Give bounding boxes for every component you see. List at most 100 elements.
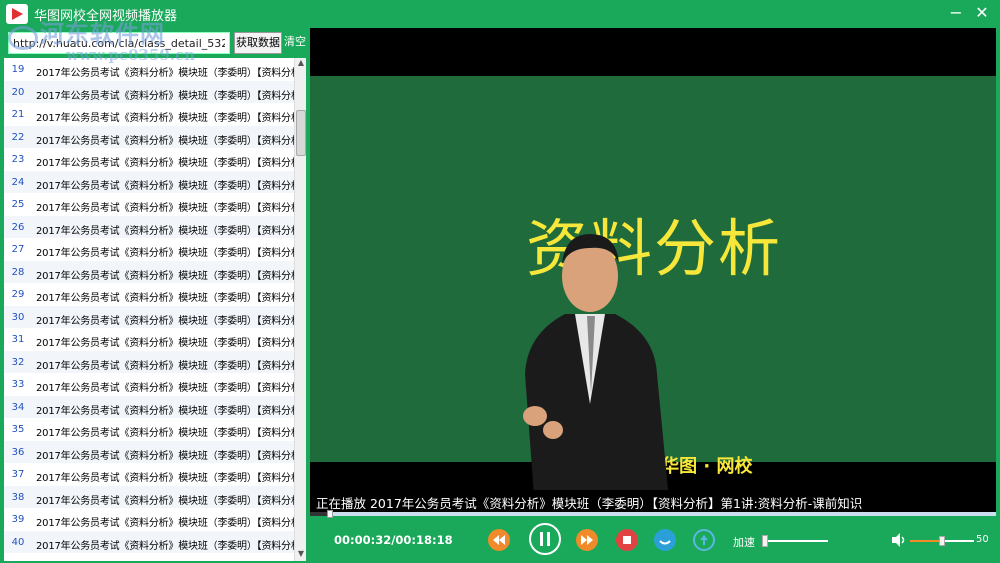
stop-button[interactable] bbox=[616, 529, 638, 551]
playlist-item[interactable]: 24 2017年公务员考试《资料分析》模块班（李委明）【资料分析... bbox=[4, 170, 294, 193]
speed-slider-handle[interactable] bbox=[762, 535, 768, 547]
chalkboard: 资料分析 明 · 华图 · 网校 bbox=[310, 76, 996, 490]
close-button[interactable]: ✕ bbox=[970, 2, 994, 24]
playlist-item-title: 2017年公务员考试《资料分析》模块班（李委明）【资料分析... bbox=[36, 68, 294, 79]
playlist-item[interactable]: 27 2017年公务员考试《资料分析》模块班（李委明）【资料分析... bbox=[4, 238, 294, 261]
pause-button[interactable] bbox=[529, 523, 561, 555]
playlist-item-number: 29 bbox=[11, 289, 25, 300]
playlist-item-title: 2017年公务员考试《资料分析》模块班（李委明）【资料分析... bbox=[36, 383, 294, 394]
minimize-button[interactable]: − bbox=[944, 2, 968, 24]
playlist-item-number: 24 bbox=[11, 176, 25, 188]
playlist-item-number: 30 bbox=[11, 311, 25, 323]
playlist-item-number: 27 bbox=[11, 244, 25, 255]
playlist-item-title: 2017年公务员考试《资料分析》模块班（李委明）【资料分析... bbox=[36, 495, 294, 507]
playlist-item-number: 22 bbox=[11, 131, 25, 143]
playlist-item-number: 21 bbox=[11, 109, 25, 120]
playlist-item-number: 35 bbox=[11, 424, 25, 435]
playlist-item-number: 37 bbox=[11, 469, 25, 480]
playlist-item-number: 28 bbox=[11, 266, 25, 278]
upload-button[interactable] bbox=[693, 529, 715, 551]
playlist-item[interactable]: 31 2017年公务员考试《资料分析》模块班（李委明）【资料分析... bbox=[4, 328, 294, 351]
playlist-item[interactable]: 29 2017年公务员考试《资料分析》模块班（李委明）【资料分析... bbox=[4, 283, 294, 306]
playlist-item[interactable]: 22 2017年公务员考试《资料分析》模块班（李委明）【资料分析... bbox=[4, 125, 294, 148]
playlist-item[interactable]: 23 2017年公务员考试《资料分析》模块班（李委明）【资料分析... bbox=[4, 148, 294, 171]
playlist-item-title: 2017年公务员考试《资料分析》模块班（李委明）【资料分析... bbox=[36, 338, 294, 349]
playlist-item-number: 33 bbox=[11, 379, 25, 390]
playlist-item-title: 2017年公务员考试《资料分析》模块班（李委明）【资料分析... bbox=[36, 450, 294, 462]
pause-icon bbox=[540, 532, 550, 546]
volume-value: 50 bbox=[976, 534, 989, 545]
minimize-view-button[interactable] bbox=[654, 529, 676, 551]
playlist-item[interactable]: 39 2017年公务员考试《资料分析》模块班（李委明）【资料分析... bbox=[4, 508, 294, 531]
playlist-item[interactable]: 32 2017年公务员考试《资料分析》模块班（李委明）【资料分析... bbox=[4, 350, 294, 373]
playlist-item-title: 2017年公务员考试《资料分析》模块班（李委明）【资料分析... bbox=[36, 90, 294, 102]
scroll-down-arrow-icon[interactable]: ▼ bbox=[295, 549, 307, 561]
fast-forward-icon bbox=[581, 535, 593, 545]
volume-icon[interactable] bbox=[890, 532, 908, 548]
playlist-item-title: 2017年公务员考试《资料分析》模块班（李委明）【资料分析... bbox=[36, 113, 294, 124]
playlist-item-title: 2017年公务员考试《资料分析》模块班（李委明）【资料分析... bbox=[36, 135, 294, 147]
playlist-item[interactable]: 38 2017年公务员考试《资料分析》模块班（李委明）【资料分析... bbox=[4, 485, 294, 508]
playlist: 19 2017年公务员考试《资料分析》模块班（李委明）【资料分析... 20 2017… bbox=[4, 58, 294, 561]
playlist-item[interactable]: 34 2017年公务员考试《资料分析》模块班（李委明）【资料分析... bbox=[4, 395, 294, 418]
playlist-item-title: 2017年公务员考试《资料分析》模块班（李委明）【资料分析... bbox=[36, 180, 294, 192]
playlist-item[interactable]: 40 2017年公务员考试《资料分析》模块班（李委明）【资料分析... bbox=[4, 530, 294, 553]
speed-slider[interactable] bbox=[764, 540, 828, 542]
playlist-item-title: 2017年公务员考试《资料分析》模块班（李委明）【资料分析... bbox=[36, 540, 294, 552]
playlist-item-number: 23 bbox=[11, 154, 25, 165]
playlist-scrollbar[interactable]: ▲ ▼ bbox=[294, 58, 306, 561]
playlist-item-title: 2017年公务员考试《资料分析》模块班（李委明）【资料分析... bbox=[36, 315, 294, 327]
playlist-item[interactable]: 25 2017年公务员考试《资料分析》模块班（李委明）【资料分析... bbox=[4, 193, 294, 216]
time-display: 00:00:32/00:18:18 bbox=[334, 533, 453, 547]
playlist-item-number: 40 bbox=[11, 536, 25, 548]
now-playing-text: 正在播放 2017年公务员考试《资料分析》模块班（李委明）【资料分析】第1讲:资… bbox=[316, 496, 863, 511]
playlist-item-title: 2017年公务员考试《资料分析》模块班（李委明）【资料分析... bbox=[36, 158, 294, 169]
playlist-item-title: 2017年公务员考试《资料分析》模块班（李委明）【资料分析... bbox=[36, 360, 294, 372]
playlist-item[interactable]: 21 2017年公务员考试《资料分析》模块班（李委明）【资料分析... bbox=[4, 103, 294, 126]
rewind-icon bbox=[493, 535, 505, 545]
playlist-item-number: 25 bbox=[11, 199, 25, 210]
speed-label: 加速 bbox=[733, 536, 755, 549]
playlist-item-number: 38 bbox=[11, 491, 25, 503]
scroll-thumb[interactable] bbox=[296, 110, 306, 156]
watermark-url: www.pc0359.cn bbox=[66, 46, 196, 64]
stop-icon bbox=[623, 536, 631, 544]
minimize-icon bbox=[659, 540, 671, 545]
playlist-item[interactable]: 33 2017年公务员考试《资料分析》模块班（李委明）【资料分析... bbox=[4, 373, 294, 396]
playlist-panel: 获取数据 清空 19 2017年公务员考试《资料分析》模块班（李委明）【资料分析.… bbox=[4, 28, 306, 561]
playlist-item-title: 2017年公务员考试《资料分析》模块班（李委明）【资料分析... bbox=[36, 270, 294, 282]
playlist-item[interactable]: 36 2017年公务员考试《资料分析》模块班（李委明）【资料分析... bbox=[4, 440, 294, 463]
playlist-item-number: 36 bbox=[11, 446, 25, 458]
presenter-figure bbox=[523, 234, 669, 490]
clear-button[interactable]: 清空 bbox=[284, 32, 306, 54]
playlist-item[interactable]: 26 2017年公务员考试《资料分析》模块班（李委明）【资料分析... bbox=[4, 215, 294, 238]
scroll-up-arrow-icon[interactable]: ▲ bbox=[295, 58, 307, 70]
watermark-text: 河东软件网 bbox=[40, 19, 165, 48]
volume-slider-handle[interactable] bbox=[939, 536, 945, 546]
playlist-item[interactable]: 35 2017年公务员考试《资料分析》模块班（李委明）【资料分析... bbox=[4, 418, 294, 441]
playlist-item[interactable]: 30 2017年公务员考试《资料分析》模块班（李委明）【资料分析... bbox=[4, 305, 294, 328]
playlist-item[interactable]: 37 2017年公务员考试《资料分析》模块班（李委明）【资料分析... bbox=[4, 463, 294, 486]
playlist-item-title: 2017年公务员考试《资料分析》模块班（李委明）【资料分析... bbox=[36, 518, 294, 529]
video-canvas[interactable]: 资料分析 明 · 华图 · 网校 bbox=[310, 28, 996, 490]
playlist-item-title: 2017年公务员考试《资料分析》模块班（李委明）【资料分析... bbox=[36, 203, 294, 214]
playlist-item-title: 2017年公务员考试《资料分析》模块班（李委明）【资料分析... bbox=[36, 248, 294, 259]
fetch-data-button[interactable]: 获取数据 bbox=[234, 32, 282, 54]
playlist-item-title: 2017年公务员考试《资料分析》模块班（李委明）【资料分析... bbox=[36, 473, 294, 484]
playlist-item-number: 32 bbox=[11, 356, 25, 368]
playlist-item-number: 20 bbox=[11, 86, 25, 98]
now-playing-bar: 正在播放 2017年公务员考试《资料分析》模块班（李委明）【资料分析】第1讲:资… bbox=[310, 490, 996, 512]
fast-forward-button[interactable] bbox=[576, 529, 598, 551]
player-window: 华图网校全网视频播放器 − ✕ 获取数据 清空 192017年公务员考试《资料分… bbox=[0, 0, 1000, 563]
playlist-item-number: 34 bbox=[11, 401, 25, 413]
app-logo-icon bbox=[6, 4, 28, 24]
playlist-item[interactable]: 28 2017年公务员考试《资料分析》模块班（李委明）【资料分析... bbox=[4, 260, 294, 283]
control-bar: 00:00:32/00:18:18 加速 50 bbox=[310, 516, 1000, 563]
playlist-item[interactable]: 20 2017年公务员考试《资料分析》模块班（李委明）【资料分析... bbox=[4, 80, 294, 103]
upload-icon bbox=[700, 535, 708, 545]
playlist-item-title: 2017年公务员考试《资料分析》模块班（李委明）【资料分析... bbox=[36, 293, 294, 304]
playlist-item-number: 31 bbox=[11, 334, 25, 345]
rewind-button[interactable] bbox=[488, 529, 510, 551]
playlist-item-title: 2017年公务员考试《资料分析》模块班（李委明）【资料分析... bbox=[36, 428, 294, 439]
playlist-item-title: 2017年公务员考试《资料分析》模块班（李委明）【资料分析... bbox=[36, 405, 294, 417]
